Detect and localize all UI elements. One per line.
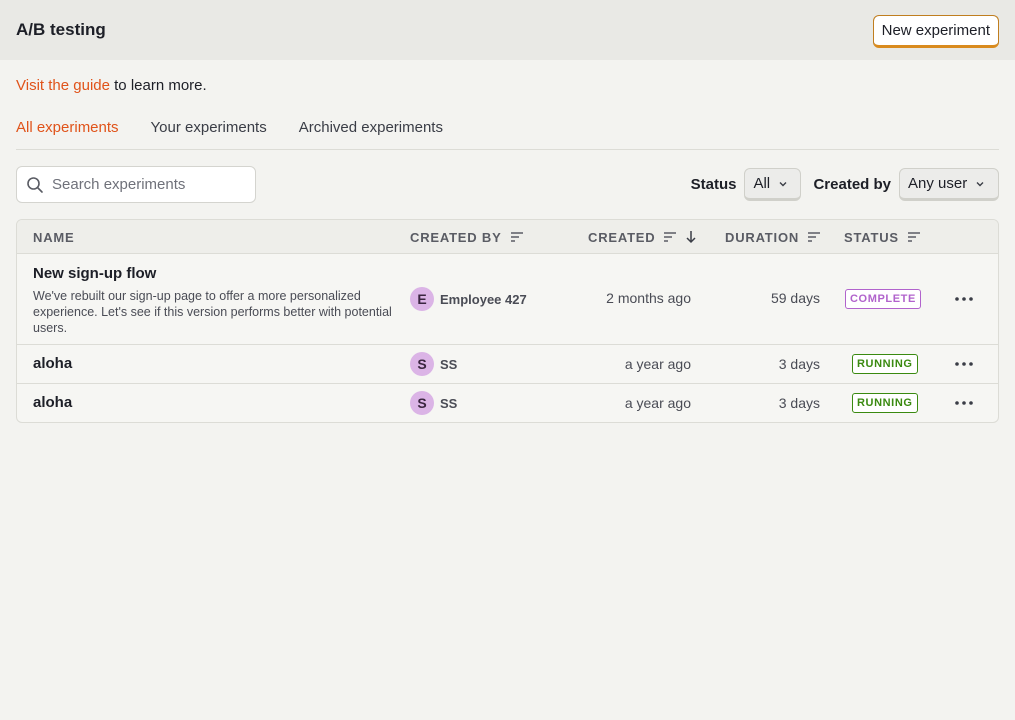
status-cell: COMPLETE	[845, 289, 921, 309]
duration: 3 days	[778, 395, 820, 411]
experiment-name[interactable]: aloha	[33, 394, 72, 411]
page-title: A/B testing	[16, 20, 106, 39]
sort-icon	[808, 232, 821, 242]
created-by-cell: S SS	[410, 352, 457, 376]
status-select[interactable]: All	[744, 168, 802, 201]
top-bar: A/B testing New experiment	[0, 0, 1015, 60]
tabs: All experiments Your experiments Archive…	[16, 118, 999, 150]
experiment-name-cell: aloha	[33, 355, 72, 372]
main-content: Visit the guide to learn more. All exper…	[0, 77, 1015, 423]
guide-text: Visit the guide to learn more.	[16, 77, 999, 95]
table-row[interactable]: aloha S SS a year ago 3 days RUNNING	[17, 345, 998, 384]
guide-link[interactable]: Visit the guide	[16, 77, 110, 94]
more-button[interactable]	[954, 291, 974, 307]
table-row[interactable]: New sign-up flow We've rebuilt our sign-…	[17, 254, 998, 345]
filter-bar: Status All Created by Any user	[16, 166, 999, 203]
new-experiment-button[interactable]: New experiment	[872, 14, 999, 48]
more-horizontal-icon	[955, 362, 973, 366]
column-created-label: CREATED	[588, 229, 656, 245]
created-date: a year ago	[624, 356, 691, 372]
creator-name: SS	[440, 395, 458, 411]
created-by-cell: S SS	[410, 391, 457, 415]
column-duration[interactable]: DURATION	[725, 220, 821, 254]
column-name[interactable]: NAME	[33, 220, 74, 254]
column-created[interactable]: CREATED	[588, 220, 697, 254]
experiment-description: We've rebuilt our sign-up page to offer …	[33, 289, 392, 335]
experiment-name[interactable]: aloha	[33, 355, 72, 372]
creator-name: SS	[440, 356, 458, 372]
experiment-name-cell: New sign-up flow We've rebuilt our sign-…	[33, 265, 395, 336]
sort-icon	[907, 232, 920, 242]
status-cell: RUNNING	[852, 393, 918, 413]
experiment-name-cell: aloha	[33, 394, 72, 411]
tab-all-experiments[interactable]: All experiments	[16, 118, 119, 149]
status-badge: COMPLETE	[845, 289, 921, 309]
avatar: S	[410, 391, 434, 415]
created-date: 2 months ago	[606, 290, 691, 306]
experiment-name[interactable]: New sign-up flow	[33, 265, 395, 282]
creator-name: Employee 427	[440, 291, 527, 307]
created-by-cell: E Employee 427	[410, 287, 527, 311]
created-by-filter-label: Created by	[813, 176, 891, 193]
duration: 3 days	[778, 356, 820, 372]
column-created-by-label: CREATED BY	[410, 229, 502, 245]
column-status[interactable]: STATUS	[844, 220, 921, 254]
search-input[interactable]	[52, 176, 242, 193]
chevron-down-icon	[779, 181, 787, 186]
tab-archived-experiments[interactable]: Archived experiments	[299, 118, 443, 149]
guide-rest-text: to learn more.	[109, 77, 207, 94]
sort-icon	[510, 232, 523, 242]
experiments-table: NAME CREATED BY CREATED DURATION STATUS	[16, 219, 999, 423]
search-box[interactable]	[16, 166, 256, 203]
status-filter-label: Status	[690, 176, 737, 193]
status-badge: RUNNING	[852, 393, 918, 413]
created-date: a year ago	[624, 395, 691, 411]
search-icon	[27, 176, 43, 193]
status-select-value: All	[753, 175, 771, 192]
filter-controls: Status All Created by Any user	[691, 168, 999, 201]
more-horizontal-icon	[955, 297, 973, 301]
avatar: E	[410, 287, 434, 311]
table-row[interactable]: aloha S SS a year ago 3 days RUNNING	[17, 384, 998, 422]
tab-your-experiments[interactable]: Your experiments	[151, 118, 267, 149]
arrow-down-icon	[686, 231, 697, 244]
created-by-select[interactable]: Any user	[899, 168, 999, 201]
sort-icon	[664, 232, 677, 242]
column-name-label: NAME	[33, 229, 75, 245]
column-created-by[interactable]: CREATED BY	[410, 220, 524, 254]
column-duration-label: DURATION	[725, 229, 800, 245]
more-button[interactable]	[954, 356, 974, 372]
avatar: S	[410, 352, 434, 376]
more-button[interactable]	[954, 395, 974, 411]
table-header: NAME CREATED BY CREATED DURATION STATUS	[17, 220, 998, 254]
duration: 59 days	[770, 290, 820, 306]
created-by-select-value: Any user	[908, 175, 968, 192]
status-cell: RUNNING	[852, 354, 918, 374]
status-badge: RUNNING	[852, 354, 918, 374]
more-horizontal-icon	[955, 401, 973, 405]
chevron-down-icon	[976, 181, 984, 186]
column-status-label: STATUS	[844, 229, 899, 245]
